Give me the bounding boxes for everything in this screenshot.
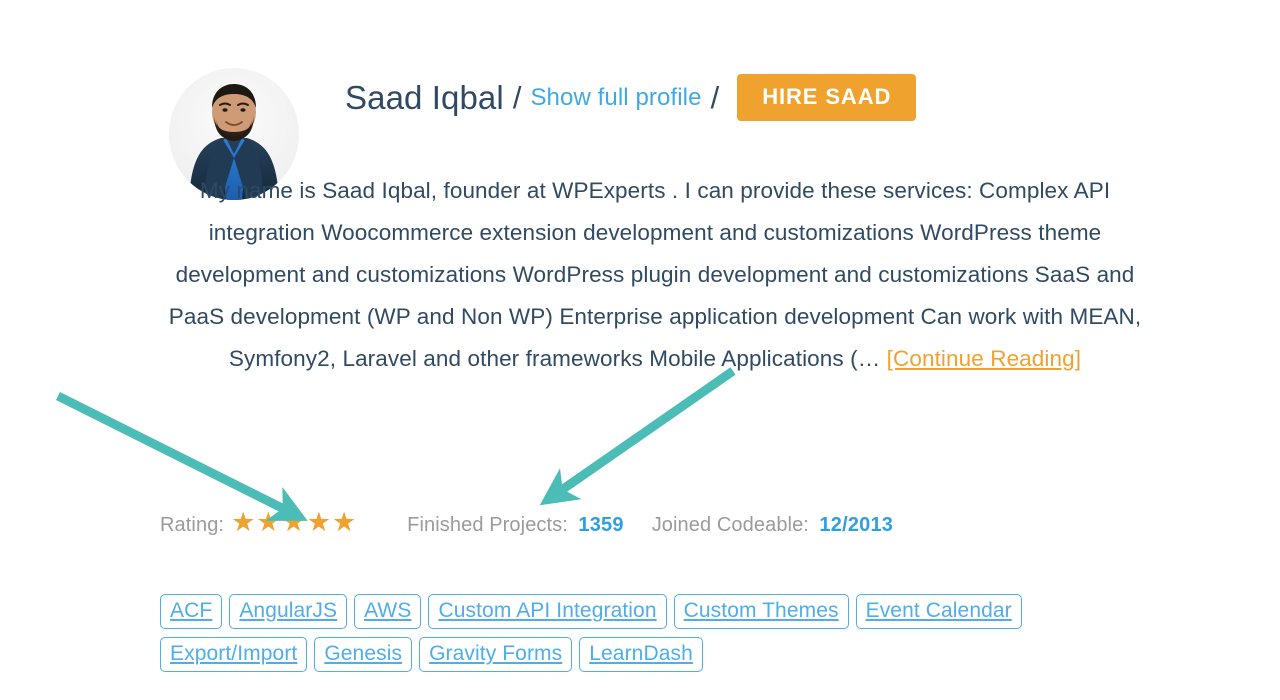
joined-codeable-group: Joined Codeable: 12/2013 — [652, 514, 893, 537]
skill-tag[interactable]: Genesis — [314, 637, 413, 673]
joined-codeable-value: 12/2013 — [819, 514, 894, 536]
star-icon: ★ — [306, 507, 332, 537]
skill-tag[interactable]: Export/Import — [160, 637, 308, 673]
finished-projects-group: Finished Projects: 1359 — [407, 514, 624, 537]
skill-tag[interactable]: AWS — [354, 594, 422, 630]
arrow-to-finished-projects — [539, 367, 736, 506]
rating-stars: ★ ★ ★ ★ ★ — [231, 509, 357, 536]
arrow-to-rating-stars — [55, 391, 308, 521]
star-icon: ★ — [256, 507, 282, 537]
skill-tag[interactable]: ACF — [160, 594, 223, 630]
separator-2: / — [710, 79, 720, 115]
rating-group: Rating: ★ ★ ★ ★ ★ — [160, 509, 379, 537]
separator-1: / — [512, 79, 522, 115]
star-icon: ★ — [281, 507, 307, 537]
bio-text: My name is Saad Iqbal, founder at WPExpe… — [168, 178, 1142, 371]
skill-tag[interactable]: Gravity Forms — [419, 637, 573, 673]
profile-header: Saad Iqbal / Show full profile / HIRE SA… — [345, 74, 917, 121]
skill-tag[interactable]: Custom API Integration — [428, 594, 667, 630]
profile-page: Saad Iqbal / Show full profile / HIRE SA… — [0, 0, 1280, 700]
finished-projects-value: 1359 — [578, 514, 624, 536]
profile-stats-row: Rating: ★ ★ ★ ★ ★ Finished Projects: 1359 Jo… — [160, 509, 893, 537]
finished-projects-label: Finished Projects: — [407, 514, 568, 536]
skill-tag-list: ACF AngularJS AWS Custom API Integration Cus… — [160, 594, 1160, 673]
skill-tag[interactable]: AngularJS — [229, 594, 348, 630]
hire-button[interactable]: HIRE SAAD — [737, 74, 917, 121]
rating-label: Rating: — [160, 514, 225, 536]
joined-codeable-label: Joined Codeable: — [651, 514, 809, 536]
star-icon: ★ — [331, 507, 358, 537]
skill-tag[interactable]: Event Calendar — [855, 594, 1022, 630]
continue-reading-link[interactable]: [Continue Reading] — [887, 346, 1081, 371]
bio-paragraph: My name is Saad Iqbal, founder at WPExpe… — [160, 170, 1150, 380]
star-icon: ★ — [231, 507, 257, 537]
show-full-profile-link[interactable]: Show full profile — [530, 84, 701, 112]
skill-tag[interactable]: Custom Themes — [673, 594, 849, 630]
skill-tag[interactable]: LearnDash — [579, 637, 703, 673]
page-title: Saad Iqbal — [345, 78, 504, 116]
